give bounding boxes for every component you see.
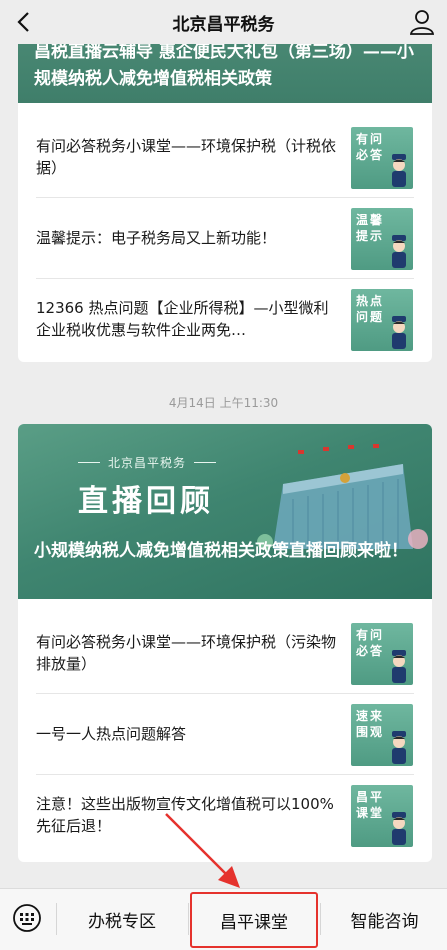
article-title: 温馨提示：电子税务局又上新功能！: [36, 229, 277, 247]
article-title: 一号一人热点问题解答: [36, 725, 187, 743]
menu-separator: [56, 903, 57, 935]
profile-icon[interactable]: [409, 8, 435, 36]
thumbnail-label: 有问必答: [356, 628, 385, 658]
mascot-icon: [392, 154, 406, 187]
bottom-menu-bar: 办税专区 昌平课堂 智能咨询: [0, 888, 447, 950]
article-title: 有问必答税务小课堂——环境保护税（污染物排放量）: [36, 633, 337, 673]
article-thumbnail: 速来围观: [351, 704, 413, 766]
thumbnail-label: 有问必答: [356, 132, 385, 162]
menu-tab-smart-consult[interactable]: 智能咨询: [322, 889, 447, 949]
article-thumbnail: 热点问题: [351, 289, 413, 351]
menu-tab-changping-class[interactable]: 昌平课堂: [190, 892, 318, 948]
mascot-icon: [392, 650, 406, 683]
banner-title: 昌税直播云辅导 惠企便民大礼包（第三场）——小规模纳税人减免增值税相关政策: [34, 42, 414, 89]
banner-brand: 北京昌平税务: [78, 454, 217, 471]
article-item[interactable]: 温馨提示：电子税务局又上新功能！ 温馨提示: [18, 198, 432, 278]
article-thumbnail: 有问必答: [351, 127, 413, 189]
article-item[interactable]: 有问必答税务小课堂——环境保护税（污染物排放量） 有问必答: [18, 613, 432, 693]
thumbnail-label: 热点问题: [356, 294, 385, 324]
thumbnail-label: 温馨提示: [356, 213, 385, 243]
thumbnail-label: 昌平课堂: [356, 790, 385, 820]
message-timestamp: 4月14日 上午11:30: [168, 396, 279, 410]
article-title: 有问必答税务小课堂——环境保护税（计税依据）: [36, 137, 337, 177]
article-card-1: 昌税直播云辅导 惠企便民大礼包（第三场）——小规模纳税人减免增值税相关政策 有问…: [18, 20, 432, 362]
brand-text: 北京昌平税务: [108, 456, 187, 470]
mascot-icon: [392, 316, 406, 349]
article-item[interactable]: 有问必答税务小课堂——环境保护税（计税依据） 有问必答: [18, 117, 432, 197]
article-thumbnail: 昌平课堂: [351, 785, 413, 847]
mascot-icon: [392, 235, 406, 268]
article-item[interactable]: 12366 热点问题【企业所得税】—小型微利企业税收优惠与软件企业两免… 热点问…: [18, 279, 432, 359]
article-item[interactable]: 一号一人热点问题解答 速来围观: [18, 694, 432, 774]
menu-tab-tax-zone[interactable]: 办税专区: [58, 889, 186, 949]
thumbnail-label: 速来围观: [356, 709, 385, 739]
page-title: 北京昌平税务: [172, 14, 275, 35]
mascot-icon: [392, 812, 406, 845]
keyboard-icon[interactable]: [12, 903, 42, 933]
article-banner[interactable]: 北京昌平税务 直播回顾 小规模纳税人减免增值税相关政策直播回顾来啦！: [18, 424, 432, 599]
banner-title: 小规模纳税人减免增值税相关政策直播回顾来啦！: [34, 541, 408, 561]
article-thumbnail: 有问必答: [351, 623, 413, 685]
banner-headline: 直播回顾: [78, 484, 214, 519]
back-arrow-icon[interactable]: [10, 8, 38, 36]
article-thumbnail: 温馨提示: [351, 208, 413, 270]
menu-separator: [188, 903, 189, 935]
title-bar: 北京昌平税务: [0, 0, 447, 44]
article-title: 12366 热点问题【企业所得税】—小型微利企业税收优惠与软件企业两免…: [36, 299, 329, 339]
mascot-icon: [392, 731, 406, 764]
article-card-2: 北京昌平税务 直播回顾 小规模纳税人减免增值税相关政策直播回顾来啦！ 有问必答税…: [18, 424, 432, 862]
menu-separator: [320, 903, 321, 935]
red-arrow-icon: [165, 813, 240, 888]
